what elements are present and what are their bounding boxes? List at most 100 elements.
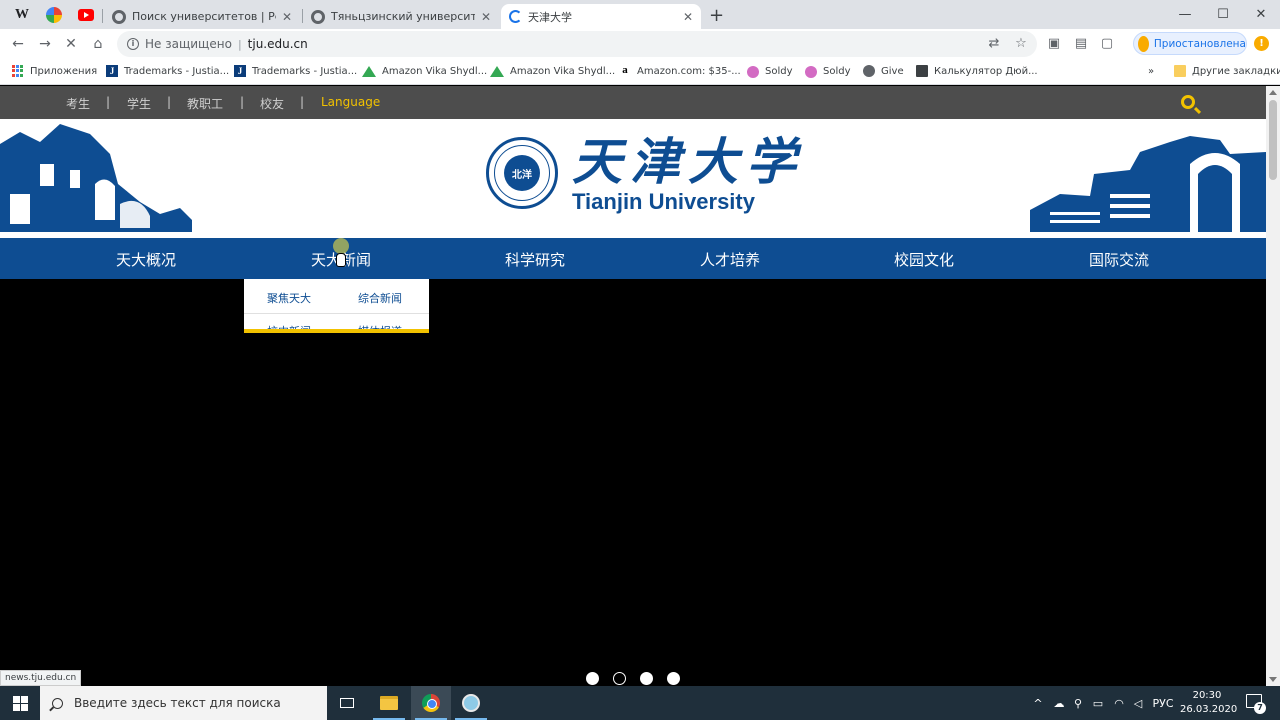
notification-count-badge: 7 [1254, 702, 1266, 714]
dropdown-item-focus[interactable]: 聚焦天大 [267, 290, 311, 306]
bookmark-label: Trademarks - Justia... [124, 65, 230, 77]
taskbar-file-explorer[interactable] [369, 686, 409, 720]
topbar-language-link[interactable]: Language [321, 95, 380, 109]
pinned-tab-youtube[interactable] [72, 4, 100, 26]
close-icon[interactable]: ✕ [481, 10, 491, 24]
bookmark-label: Другие закладки [1192, 65, 1280, 77]
divider: | [300, 95, 305, 109]
tab-tianjin-wiki[interactable]: Тяньцзинский университет | Ст ✕ [303, 4, 499, 29]
info-icon[interactable]: i [127, 38, 139, 50]
scrollbar-thumb[interactable] [1269, 100, 1277, 180]
google-drive-icon [490, 65, 504, 77]
topbar-link-alumni[interactable]: 校友 [260, 95, 284, 112]
tab-separator [102, 9, 103, 23]
bookmark-soldy-1[interactable]: Soldy [747, 63, 793, 79]
site-topbar: 考生 | 学生 | 教职工 | 校友 | Language [0, 86, 1266, 119]
update-menu-icon[interactable]: ! [1254, 36, 1269, 51]
profile-button[interactable]: Приостановлена [1133, 32, 1247, 55]
apps-icon [12, 65, 24, 77]
pinned-tab-google[interactable] [40, 4, 68, 26]
scroll-down-icon[interactable] [1269, 677, 1277, 682]
bookmark-other-folder[interactable]: Другие закладки [1174, 63, 1280, 79]
back-button[interactable]: ← [8, 34, 28, 54]
nav-about[interactable]: 天大概况 [91, 249, 201, 270]
web-page: 考生 | 学生 | 教职工 | 校友 | Language 北洋 天津大学 Ti… [0, 86, 1266, 686]
dropdown-item-campus-news[interactable]: 校内新闻 [267, 323, 311, 329]
page-scrollbar[interactable] [1266, 86, 1280, 686]
nav-international[interactable]: 国际交流 [1064, 249, 1174, 270]
forward-button[interactable]: → [35, 34, 55, 54]
wikipedia-icon: W [15, 7, 29, 22]
volume-icon[interactable]: ◁ [1130, 686, 1146, 720]
taskbar-paint[interactable] [451, 686, 491, 720]
opera-icon [311, 9, 325, 24]
scroll-up-icon[interactable] [1269, 90, 1277, 95]
calculator-icon [916, 65, 928, 77]
minimize-button[interactable]: — [1166, 0, 1204, 29]
bookmark-drive-1[interactable]: Amazon Vika Shydl... [362, 63, 487, 79]
security-label: Не защищено [145, 37, 232, 51]
topbar-link-students[interactable]: 学生 [127, 95, 151, 112]
taskbar-chrome[interactable] [411, 686, 451, 720]
bookmark-label: Trademarks - Justia... [252, 65, 358, 77]
bookmark-justia-2[interactable]: J Trademarks - Justia... [234, 63, 357, 79]
bookmark-label: Amazon Vika Shydl... [382, 65, 488, 77]
search-icon [52, 697, 63, 709]
hand-cursor-icon [336, 253, 346, 267]
close-icon[interactable]: ✕ [282, 10, 292, 24]
task-view-button[interactable] [327, 686, 367, 720]
language-indicator[interactable]: РУС [1150, 686, 1176, 720]
tab-title: Тяньцзинский университет | Ст [331, 10, 475, 23]
taskbar-search-box[interactable]: Введите здесь текст для поиска [40, 686, 327, 720]
new-tab-button[interactable]: + [709, 5, 724, 26]
battery-icon[interactable]: ▭ [1090, 686, 1106, 720]
wifi-icon[interactable]: ◠ [1110, 686, 1128, 720]
bookmark-justia-1[interactable]: J Trademarks - Justia... [106, 63, 229, 79]
topbar-link-staff[interactable]: 教职工 [187, 95, 223, 112]
home-button[interactable]: ⌂ [88, 34, 108, 54]
extension-icon[interactable]: ▤ [1072, 34, 1090, 52]
carousel-dot[interactable] [586, 672, 599, 685]
bookmarks-more-button[interactable]: » [1148, 63, 1154, 79]
nav-education[interactable]: 人才培养 [675, 249, 785, 270]
nav-research[interactable]: 科学研究 [480, 249, 590, 270]
carousel-dot[interactable] [640, 672, 653, 685]
usb-device-icon[interactable]: ⚲ [1070, 686, 1086, 720]
stop-loading-button[interactable]: ✕ [61, 34, 81, 54]
url-text[interactable]: tju.edu.cn [248, 37, 308, 51]
university-logo[interactable]: 北洋 天津大学 Tianjin University [486, 133, 804, 213]
address-bar[interactable]: i Не защищено | tju.edu.cn [117, 31, 1037, 57]
close-icon[interactable]: ✕ [683, 10, 693, 24]
extension-icon[interactable]: ▣ [1045, 34, 1063, 52]
logo-wordmark: 天津大学 Tianjin University [572, 133, 804, 213]
maximize-button[interactable]: ☐ [1204, 0, 1242, 29]
divider [244, 313, 429, 314]
show-hidden-icons-button[interactable]: ^ [1030, 686, 1046, 720]
extension-icon[interactable]: ▢ [1098, 34, 1116, 52]
onedrive-icon[interactable]: ☁ [1050, 686, 1068, 720]
bookmark-give[interactable]: Give [863, 63, 904, 79]
dropdown-item-media-reports[interactable]: 媒体报道 [358, 323, 402, 329]
justia-icon: J [234, 65, 246, 77]
bookmark-calculator[interactable]: Калькулятор Дюй... [916, 63, 1038, 79]
topbar-link-applicants[interactable]: 考生 [66, 95, 90, 112]
carousel-dot[interactable] [613, 672, 626, 685]
search-icon[interactable] [1181, 95, 1195, 109]
dropdown-item-general-news[interactable]: 综合新闻 [358, 290, 402, 306]
windows-logo-icon [12, 695, 28, 711]
bookmark-amazon[interactable]: a Amazon.com: $35-... [619, 63, 741, 79]
bookmark-label: Give [881, 65, 904, 77]
bookmark-drive-2[interactable]: Amazon Vika Shydl... [490, 63, 615, 79]
tab-university-search[interactable]: Поиск университетов | Рейтинг ✕ [104, 4, 300, 29]
pinned-tab-wikipedia[interactable]: W [8, 4, 36, 26]
nav-campus-culture[interactable]: 校园文化 [869, 249, 979, 270]
start-button[interactable] [0, 686, 40, 720]
bookmark-star-icon[interactable]: ☆ [1012, 34, 1030, 52]
carousel-dot[interactable] [667, 672, 680, 685]
close-window-button[interactable]: ✕ [1242, 0, 1280, 29]
bookmark-soldy-2[interactable]: Soldy [805, 63, 851, 79]
translate-icon[interactable]: ⇄ [985, 34, 1003, 52]
bookmark-apps[interactable]: Приложения [12, 63, 97, 79]
tab-active-tju[interactable]: 天津大学 ✕ [501, 4, 701, 29]
system-clock[interactable]: 20:30 26.03.2020 [1180, 689, 1237, 717]
